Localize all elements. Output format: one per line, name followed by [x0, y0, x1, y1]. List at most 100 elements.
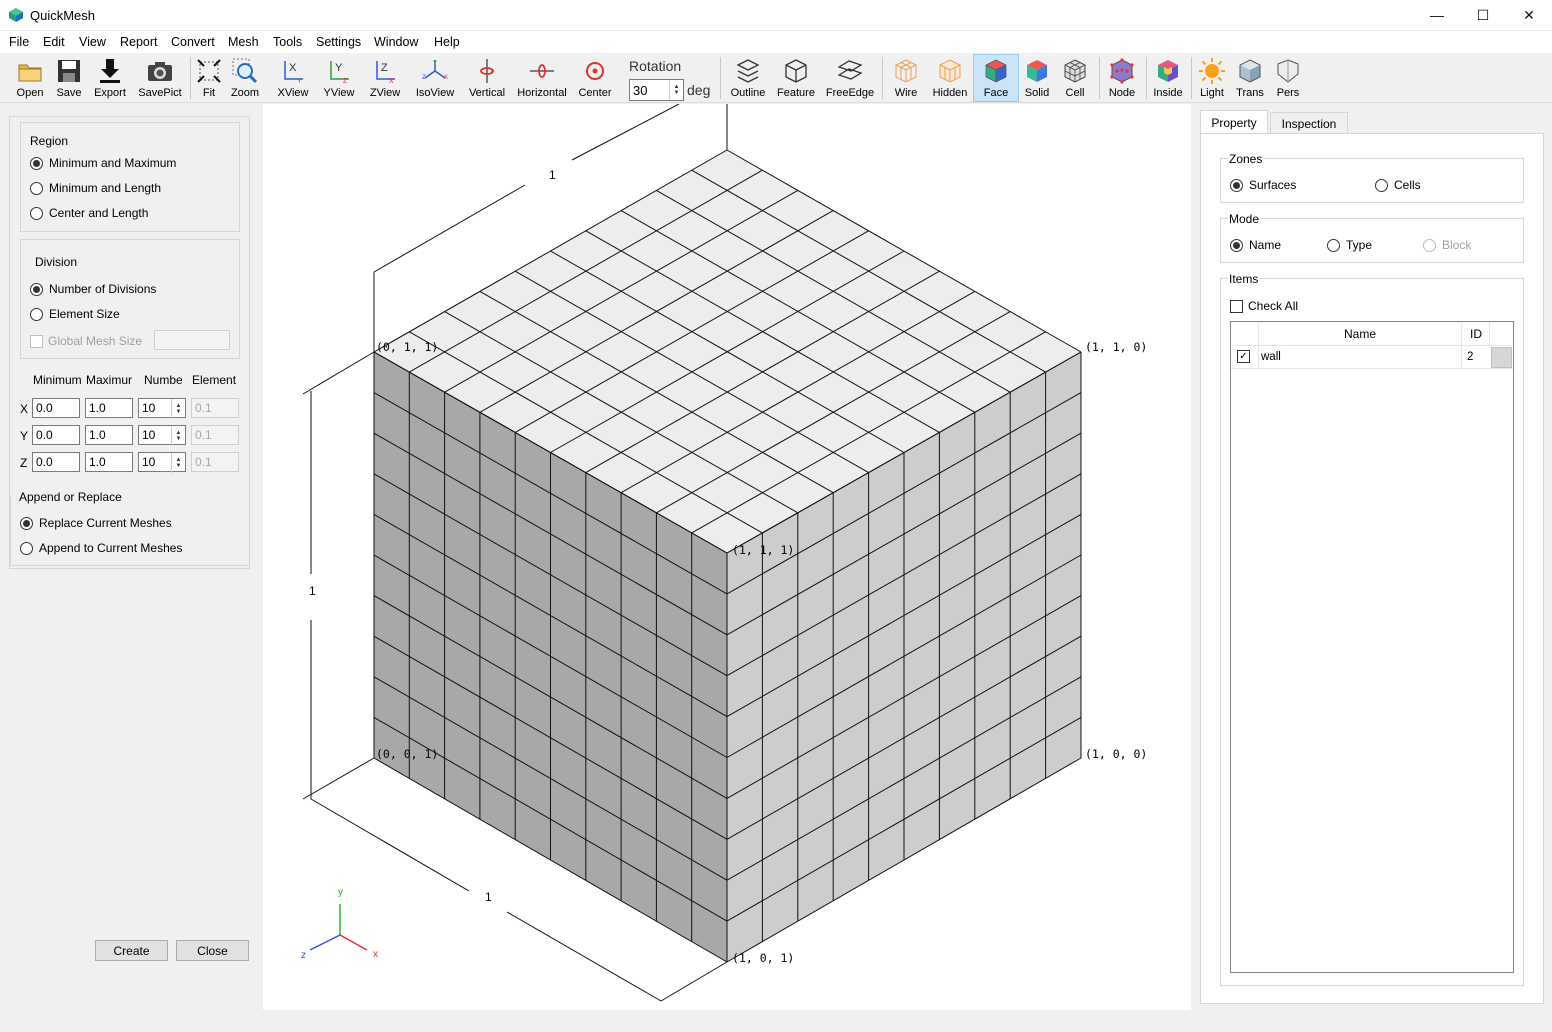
menu-mesh[interactable]: Mesh [228, 35, 259, 49]
radio-surfaces[interactable]: Surfaces [1230, 178, 1296, 192]
isoview-button[interactable]: YZX IsoView [413, 55, 457, 101]
table-row[interactable]: ✓ wall 2 [1231, 346, 1513, 369]
menu-help[interactable]: Help [434, 35, 460, 49]
savepict-button[interactable]: SavePict [136, 55, 184, 101]
spin-arrows[interactable]: ▲ ▼ [171, 399, 185, 419]
global-mesh-size-input[interactable] [154, 330, 230, 350]
hidden-button[interactable]: Hidden [930, 55, 970, 101]
row-checkbox[interactable]: ✓ [1237, 350, 1250, 363]
spin-arrows[interactable]: ▲ ▼ [171, 426, 185, 446]
z-minimum-input[interactable]: 0.0 [32, 452, 80, 472]
isoview-icon: Y Z X [422, 60, 448, 81]
solid-button[interactable]: Solid [1020, 55, 1054, 101]
dimension-extension-line [302, 757, 375, 800]
face-button[interactable]: Face [973, 54, 1019, 102]
header-id[interactable]: ID [1462, 327, 1490, 341]
outline-icon [736, 59, 760, 83]
row-color-swatch[interactable] [1491, 347, 1512, 368]
maximize-button[interactable]: ☐ [1460, 0, 1506, 30]
global-mesh-size-checkbox[interactable]: Global Mesh Size [30, 334, 142, 348]
minimize-button[interactable]: — [1414, 0, 1460, 30]
light-button[interactable]: Light [1195, 55, 1229, 101]
corner-label: (0, 1, 1) [376, 340, 438, 354]
radio-element-size[interactable]: Element Size [30, 307, 120, 321]
inside-button[interactable]: Inside [1150, 55, 1186, 101]
y-maximum-input[interactable]: 1.0 [85, 425, 133, 445]
menu-convert[interactable]: Convert [171, 35, 215, 49]
outline-button[interactable]: Outline [728, 55, 768, 101]
zview-button[interactable]: ZX ZView [367, 55, 403, 101]
y-minimum-input[interactable]: 0.0 [32, 425, 80, 445]
close-button[interactable]: Close [176, 940, 249, 961]
wire-button[interactable]: Wire [888, 55, 924, 101]
radio-append-to-current-meshes[interactable]: Append to Current Meshes [20, 541, 182, 555]
checkbox-box [1230, 299, 1243, 313]
radio-center-and-length[interactable]: Center and Length [30, 206, 148, 220]
menu-file[interactable]: File [9, 35, 29, 49]
menu-view[interactable]: View [79, 35, 106, 49]
radio-number-of-divisions[interactable]: Number of Divisions [30, 282, 156, 296]
create-button[interactable]: Create [95, 940, 168, 961]
spin-arrows[interactable]: ▲ ▼ [171, 453, 185, 473]
horizontal-rotate-button[interactable]: Horizontal [515, 55, 569, 101]
items-table-header: Name ID [1231, 322, 1513, 346]
node-button[interactable]: Node [1104, 55, 1140, 101]
rotation-spinbox[interactable]: 30 ▲ ▼ [629, 79, 684, 101]
save-button[interactable]: Save [52, 55, 86, 101]
3d-viewport[interactable]: (0, 1, 1) (1, 1, 0) (1, 1, 1) (0, 0, 1) … [263, 103, 1191, 1010]
x-number-spinbox[interactable]: 10 ▲ ▼ [138, 398, 186, 419]
trans-button[interactable]: Trans [1233, 55, 1267, 101]
row-id: 2 [1467, 351, 1474, 363]
toolbar-separator [882, 57, 883, 99]
tab-property[interactable]: Property [1200, 110, 1268, 134]
vertical-rotate-button[interactable]: Vertical [466, 55, 508, 101]
close-window-button[interactable]: ✕ [1506, 0, 1552, 30]
radio-name[interactable]: Name [1230, 238, 1281, 252]
tab-inspection[interactable]: Inspection [1270, 112, 1348, 134]
zones-title: Zones [1228, 152, 1264, 166]
rotation-value[interactable]: 30 [630, 80, 669, 100]
radio-block[interactable]: Block [1423, 238, 1471, 252]
radio-minimum-and-length[interactable]: Minimum and Length [30, 181, 161, 195]
col-header-element: Element [192, 373, 237, 387]
open-button[interactable]: Open [12, 55, 48, 101]
export-button[interactable]: Export [90, 55, 130, 101]
z-element-input[interactable]: 0.1 [191, 452, 239, 472]
radio-cells[interactable]: Cells [1375, 178, 1421, 192]
yview-button[interactable]: YZ YView [321, 55, 357, 101]
check-all-checkbox[interactable]: Check All [1230, 299, 1298, 313]
face-icon [985, 59, 1007, 83]
radio-type[interactable]: Type [1327, 238, 1372, 252]
toolbar-separator [190, 57, 191, 99]
y-element-input[interactable]: 0.1 [191, 425, 239, 445]
radio-replace-current-meshes[interactable]: Replace Current Meshes [20, 516, 172, 530]
fit-button[interactable]: Fit [195, 55, 223, 101]
y-number-spinbox[interactable]: 10 ▲ ▼ [138, 425, 186, 446]
menu-report[interactable]: Report [120, 35, 158, 49]
z-number-spinbox[interactable]: 10 ▲ ▼ [138, 452, 186, 473]
menu-tools[interactable]: Tools [273, 35, 302, 49]
menu-edit[interactable]: Edit [43, 35, 65, 49]
radio-dot [30, 206, 43, 220]
feature-button[interactable]: Feature [775, 55, 817, 101]
header-name[interactable]: Name [1259, 327, 1461, 341]
vertical-rotate-icon [480, 59, 494, 83]
append-group [10, 496, 250, 566]
freeedge-button[interactable]: FreeEdge [824, 55, 876, 101]
radio-minimum-and-maximum[interactable]: Minimum and Maximum [30, 156, 176, 170]
x-minimum-input[interactable]: 0.0 [32, 398, 80, 418]
x-maximum-input[interactable]: 1.0 [85, 398, 133, 418]
z-maximum-input[interactable]: 1.0 [85, 452, 133, 472]
menu-window[interactable]: Window [374, 35, 418, 49]
zoom-button[interactable]: Zoom [229, 55, 261, 101]
menu-settings[interactable]: Settings [316, 35, 361, 49]
svg-text:Z: Z [422, 75, 426, 81]
x-element-input[interactable]: 0.1 [191, 398, 239, 418]
xview-button[interactable]: XY XView [275, 55, 311, 101]
pers-button[interactable]: Pers [1271, 55, 1305, 101]
rotation-spin-arrows[interactable]: ▲ ▼ [669, 80, 683, 100]
region-title: Region [30, 134, 69, 148]
center-button[interactable]: Center [576, 55, 614, 101]
cell-button[interactable]: Cell [1058, 55, 1092, 101]
axis-z-line [309, 934, 341, 951]
